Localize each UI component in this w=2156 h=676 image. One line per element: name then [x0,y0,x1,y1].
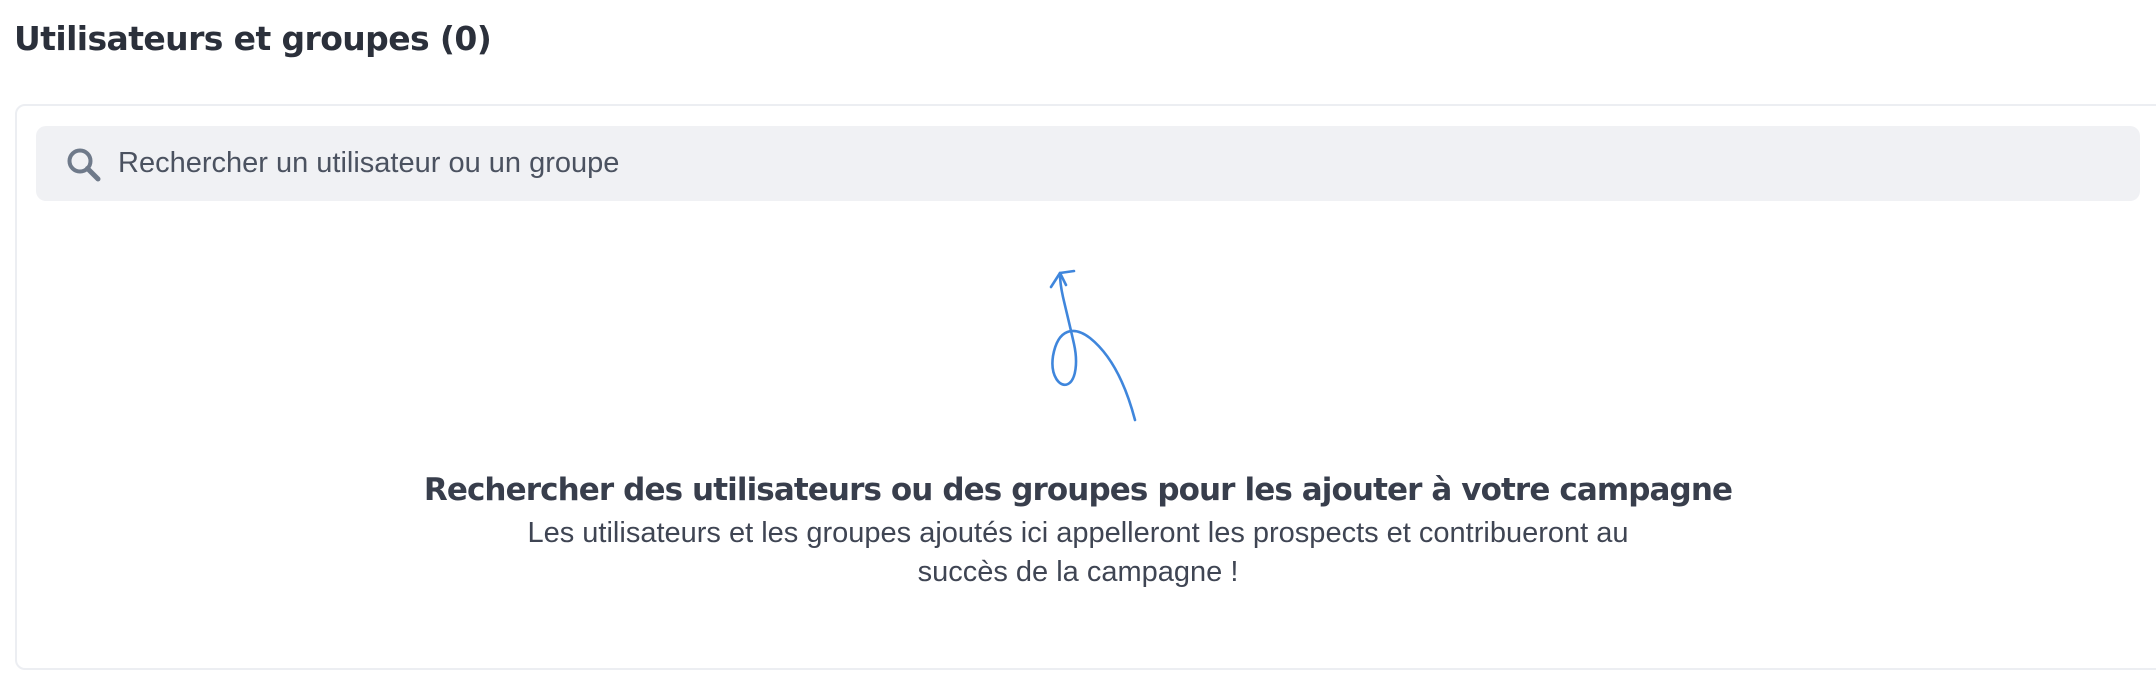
search-icon [67,148,101,182]
curly-arrow-icon [1049,269,1137,422]
search-input[interactable] [118,126,2078,201]
empty-state-title: Rechercher des utilisateurs ou des group… [423,472,1733,508]
search-bar[interactable] [36,126,2140,201]
section-title: Utilisateurs et groupes (0) [14,19,492,58]
empty-state-description: Les utilisateurs et les groupes ajoutés … [527,517,1629,588]
